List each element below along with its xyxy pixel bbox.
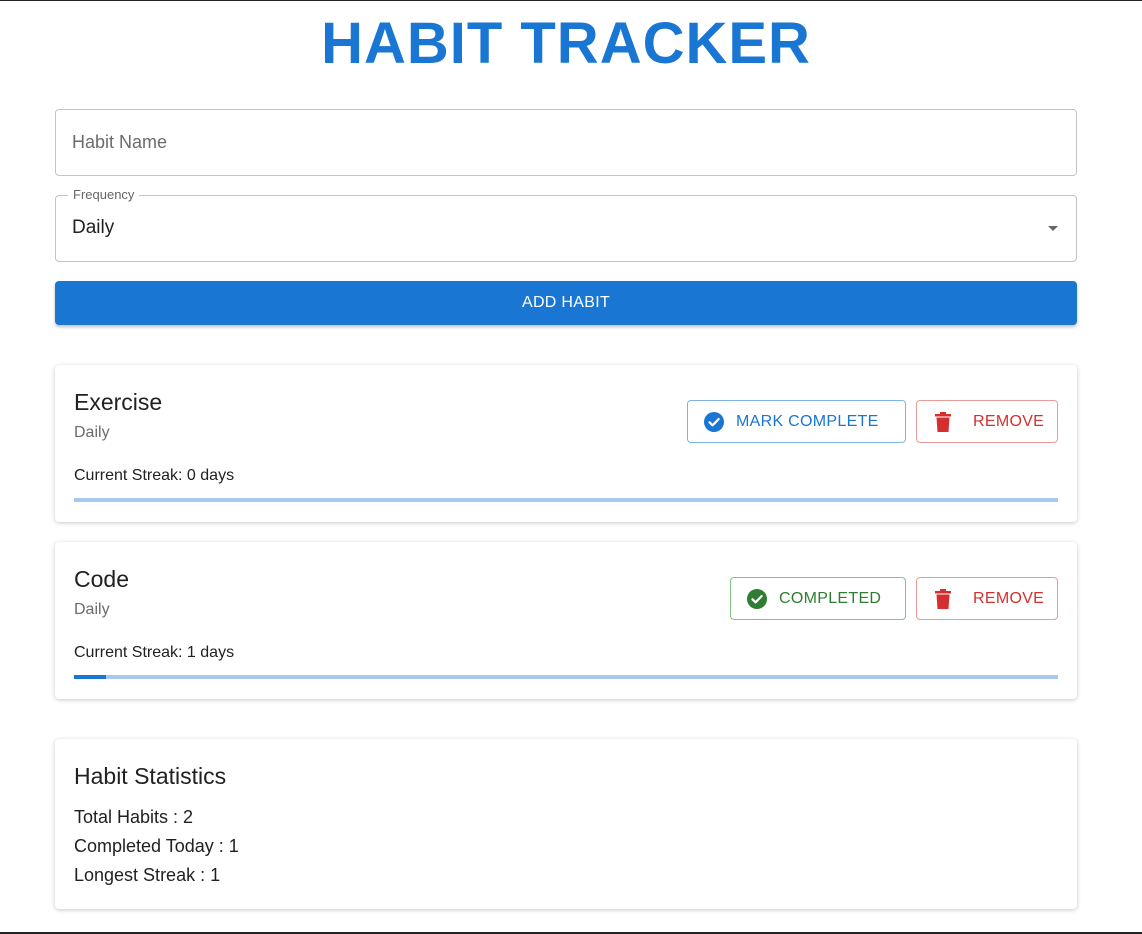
remove-label: REMOVE (973, 589, 1045, 607)
frequency-select[interactable]: Frequency Daily (55, 188, 1077, 262)
mark-complete-label: MARK COMPLETE (736, 412, 879, 430)
dropdown-arrow-icon[interactable] (1048, 226, 1058, 231)
frequency-label: Frequency (68, 188, 140, 202)
remove-button[interactable]: REMOVE (916, 400, 1058, 443)
habit-card: Code Daily COMPLETED REMOVE Current Stre… (55, 542, 1077, 699)
total-habits-stat: Total Habits : 2 (74, 807, 194, 827)
streak-progress-fill (74, 675, 107, 679)
habit-statistics-card: Habit Statistics Total Habits : 2 Comple… (55, 739, 1077, 909)
check-circle-icon (747, 588, 767, 609)
remove-button[interactable]: REMOVE (916, 577, 1058, 620)
app-title: HABIT TRACKER (321, 11, 811, 76)
streak-progress-bar (74, 498, 1058, 502)
habit-name: Exercise (74, 389, 163, 415)
habit-frequency: Daily (74, 601, 110, 618)
habit-name-field[interactable] (55, 109, 1077, 176)
completed-button[interactable]: COMPLETED (730, 577, 906, 620)
check-circle-outline-icon (704, 411, 724, 432)
current-streak: Current Streak: 1 days (74, 644, 235, 661)
habit-frequency: Daily (74, 424, 110, 441)
trash-icon (933, 588, 953, 609)
completed-label: COMPLETED (779, 589, 882, 607)
streak-progress-bar (74, 675, 1058, 679)
habit-name: Code (74, 566, 129, 592)
trash-icon (933, 411, 953, 432)
habit-card: Exercise Daily MARK COMPLETE REMOVE Curr… (55, 365, 1077, 522)
frequency-value: Daily (72, 217, 115, 238)
current-streak: Current Streak: 0 days (74, 467, 235, 484)
mark-complete-button[interactable]: MARK COMPLETE (687, 400, 906, 443)
longest-streak-stat: Longest Streak : 1 (74, 865, 221, 885)
statistics-title: Habit Statistics (74, 763, 227, 789)
remove-label: REMOVE (973, 412, 1045, 430)
add-habit-button[interactable]: ADD HABIT (55, 281, 1077, 325)
completed-today-stat: Completed Today : 1 (74, 836, 239, 856)
habit-name-input[interactable] (56, 110, 1076, 175)
